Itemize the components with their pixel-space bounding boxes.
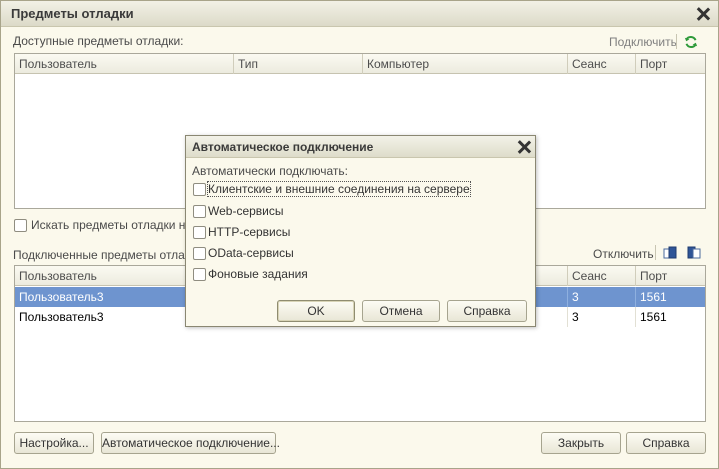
disconnect-link[interactable]: Отключить [593,247,654,261]
connected-items-label: Подключенные предметы отладк [13,248,198,262]
dialog-help-button[interactable]: Справка [447,300,527,322]
dialog-titlebar: Автоматическое подключение [186,136,535,158]
option-label-odata-services[interactable]: OData-сервисы [208,246,294,260]
window-title: Предметы отладки [11,6,134,21]
copy-doc-icon[interactable] [663,246,677,260]
dialog-ok-button[interactable]: OK [277,300,355,322]
search-remote-label: Искать предметы отладки на у [31,218,202,232]
auto-connect-dialog: Автоматическое подключение Автоматически… [185,135,536,327]
cell-session: 3 [568,307,636,327]
option-label-web-services[interactable]: Web-сервисы [208,204,284,218]
toolbar-divider [676,34,677,49]
connect-link[interactable]: Подключить [609,35,677,49]
option-checkbox-client-server[interactable] [193,183,206,196]
option-label-http-services[interactable]: HTTP-сервисы [208,225,290,239]
option-label-background-jobs[interactable]: Фоновые задания [208,267,308,281]
cell-session: 3 [568,287,636,307]
dialog-title: Автоматическое подключение [192,140,374,154]
toolbar-divider-2 [655,245,656,260]
col-header-session[interactable]: Сеанс [568,54,636,74]
col-header-session[interactable]: Сеанс [568,266,636,286]
debug-items-window: Предметы отладки Доступные предметы отла… [0,0,719,469]
close-icon[interactable] [516,139,530,153]
option-checkbox-http-services[interactable] [193,226,206,239]
refresh-icon[interactable] [684,35,698,49]
auto-connect-button[interactable]: Автоматическое подключение... [101,432,280,454]
dialog-prompt: Автоматически подключать: [192,164,348,178]
col-header-port[interactable]: Порт [636,266,705,286]
col-header-user[interactable]: Пользователь [15,54,234,74]
cell-port: 1561 [640,310,667,324]
option-checkbox-background-jobs[interactable] [193,268,206,281]
col-header-type[interactable]: Тип [234,54,363,74]
cell-port: 1561 [640,290,667,304]
dialog-cancel-button[interactable]: Отмена [362,300,440,322]
available-table-header: Пользователь Тип Компьютер Сеанс Порт [15,54,705,74]
col-header-computer[interactable]: Компьютер [363,54,568,74]
col-header-port[interactable]: Порт [636,54,705,74]
close-button[interactable]: Закрыть [541,432,621,454]
window-titlebar: Предметы отладки [1,1,718,27]
search-remote-checkbox[interactable] [14,219,27,232]
option-checkbox-odata-services[interactable] [193,247,206,260]
option-label-client-server[interactable]: Клиентские и внешние соединения на серве… [207,181,471,197]
paste-doc-icon[interactable] [687,246,701,260]
available-items-label: Доступные предметы отладки: [13,34,184,48]
help-button[interactable]: Справка [626,432,706,454]
option-checkbox-web-services[interactable] [193,205,206,218]
settings-button[interactable]: Настройка... [14,432,94,454]
close-icon[interactable] [695,6,711,22]
